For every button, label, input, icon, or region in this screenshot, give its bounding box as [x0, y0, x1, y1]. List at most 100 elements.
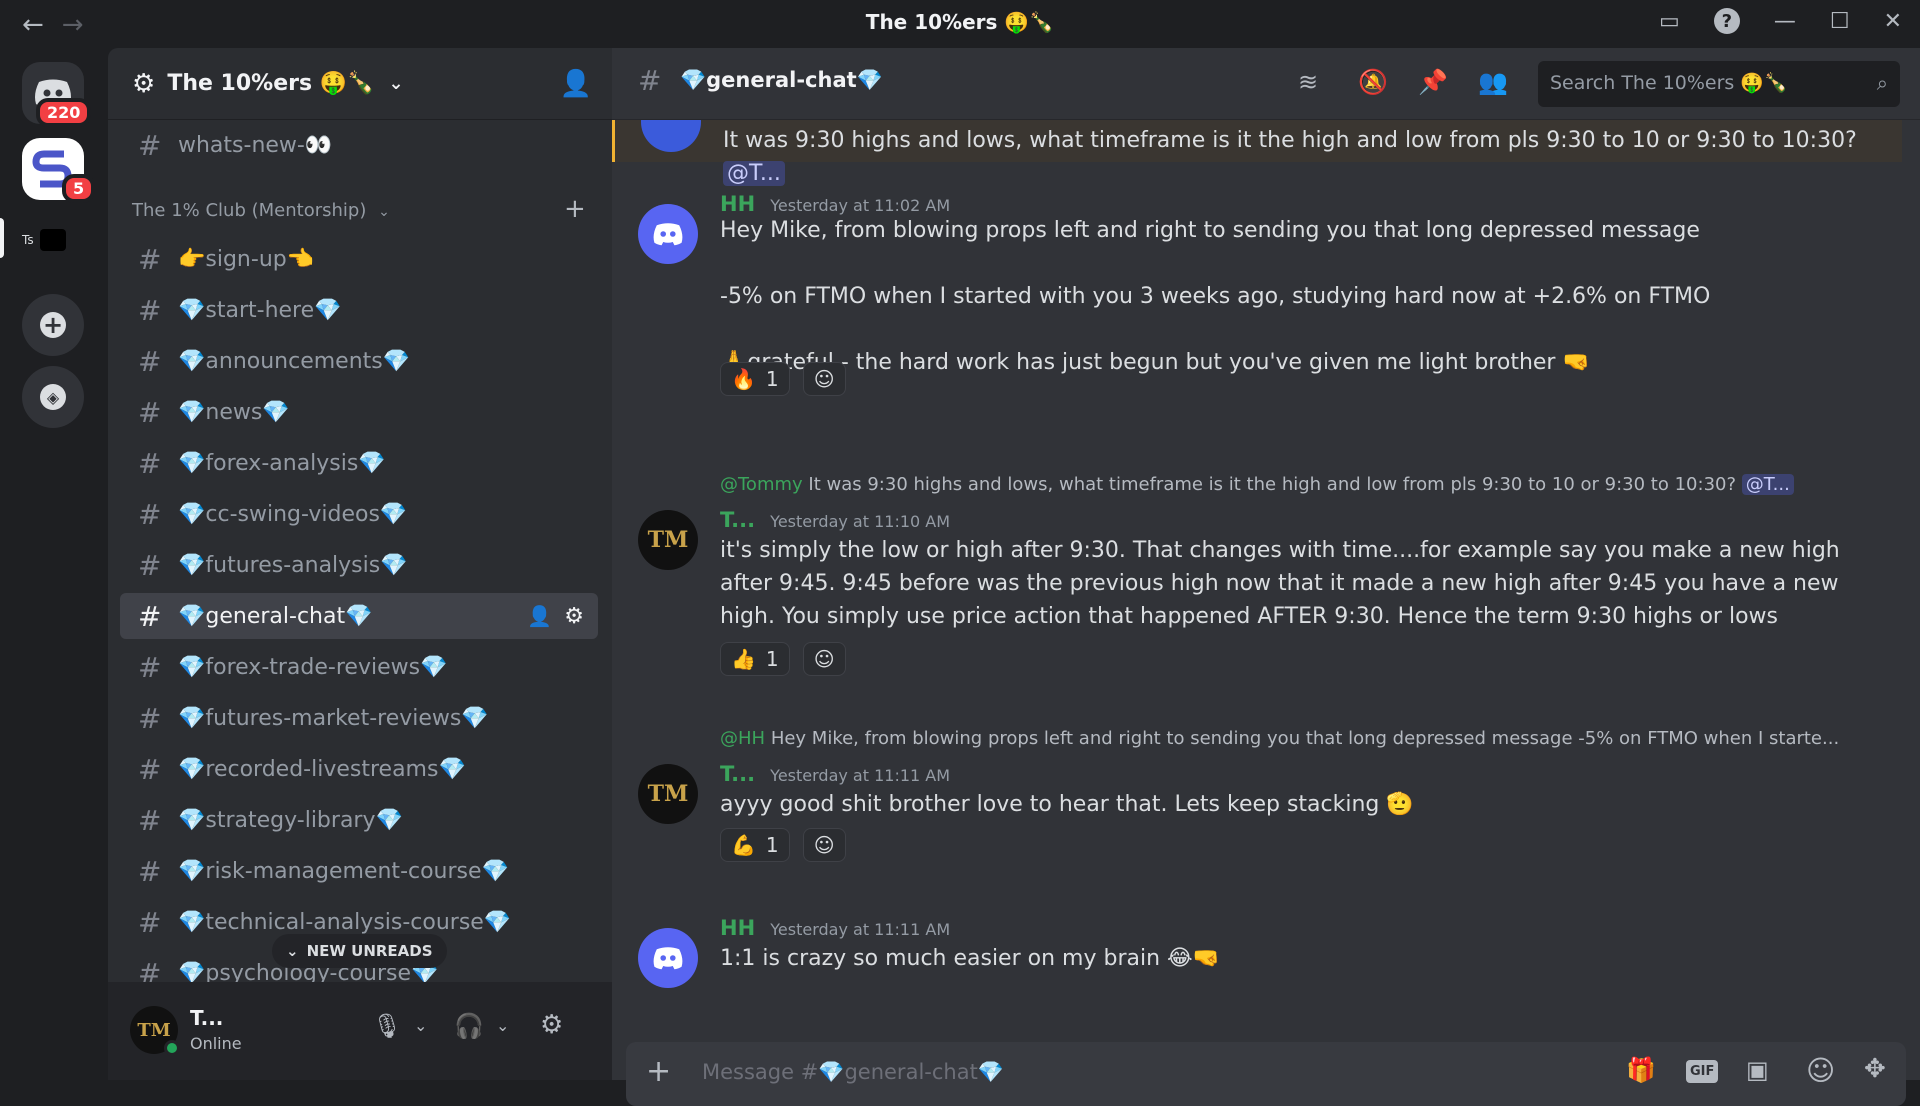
- reply-reference[interactable]: @Tommy It was 9:30 highs and lows, what …: [720, 474, 1794, 495]
- message-author[interactable]: HH: [720, 916, 755, 940]
- message-text: 1:1 is crazy so much easier on my brain …: [720, 946, 1221, 971]
- server-settings-icon: ⚙: [132, 68, 156, 99]
- channel-news[interactable]: # 💎news💎: [120, 389, 598, 435]
- plus-icon: +: [40, 311, 66, 339]
- reply-snippet: It was 9:30 highs and lows, what timefra…: [808, 474, 1737, 495]
- hash-icon: #: [638, 64, 662, 97]
- reaction-count: 1: [765, 367, 779, 391]
- channel-start-here[interactable]: # 💎start-here💎: [120, 287, 598, 333]
- hash-icon: #: [138, 650, 162, 684]
- channel-forex-analysis[interactable]: # 💎forex-analysis💎: [120, 440, 598, 486]
- channel-whats-new[interactable]: # whats-new-👀: [120, 122, 598, 168]
- avatar[interactable]: [641, 120, 701, 152]
- reaction-emoji: 👍: [731, 647, 756, 671]
- avatar[interactable]: [638, 204, 698, 264]
- channel-label: 💎announcements💎: [178, 348, 411, 374]
- hash-icon: #: [138, 803, 162, 837]
- channel-futures-market-reviews[interactable]: # 💎futures-market-reviews💎: [120, 695, 598, 741]
- add-reaction-button[interactable]: ☺: [802, 828, 846, 862]
- pin-icon[interactable]: 📌: [1418, 68, 1448, 96]
- user-settings-gear-icon[interactable]: ⚙: [540, 1010, 563, 1040]
- discover-button[interactable]: ◈: [22, 366, 84, 428]
- message-text: it's simply the low or high after 9:30. …: [720, 538, 1840, 629]
- server-folder[interactable]: Ts: [22, 220, 84, 260]
- help-icon[interactable]: ?: [1713, 8, 1740, 34]
- channel-announcements[interactable]: # 💎announcements💎: [120, 338, 598, 384]
- user-name: T...: [190, 1006, 224, 1030]
- channel-general-chat[interactable]: # 💎general-chat💎 👤 ⚙: [120, 593, 598, 639]
- new-unreads-label: NEW UNREADS: [306, 942, 433, 960]
- channel-label: 💎start-here💎: [178, 297, 342, 323]
- smiley-icon: ☺: [813, 833, 835, 857]
- reaction-count: 1: [765, 647, 779, 671]
- avatar[interactable]: TM: [638, 510, 698, 570]
- add-channel-icon[interactable]: +: [564, 194, 586, 224]
- reaction-button[interactable]: 🔥 1: [720, 362, 790, 396]
- mention-chip[interactable]: @T...: [723, 161, 785, 186]
- reaction-button[interactable]: 💪 1: [720, 828, 790, 862]
- avatar[interactable]: TM: [130, 1006, 180, 1056]
- new-unreads-button[interactable]: ⌄ NEW UNREADS: [272, 934, 447, 968]
- message-composer[interactable]: + Message #💎general-chat💎 🎁 GIF ▣ ☺ ✥: [626, 1042, 1906, 1106]
- channel-forex-trade-reviews[interactable]: # 💎forex-trade-reviews💎: [120, 644, 598, 690]
- home-badge: 220: [36, 98, 92, 127]
- channel-cc-swing-videos[interactable]: # 💎cc-swing-videos💎: [120, 491, 598, 537]
- message-reply-1: @Tommy It was 9:30 highs and lows, what …: [612, 474, 1912, 676]
- gear-icon[interactable]: ⚙: [564, 604, 584, 629]
- add-reaction-button[interactable]: ☺: [802, 362, 846, 396]
- headphones-icon[interactable]: 🎧: [454, 1012, 484, 1040]
- hash-icon: #: [138, 497, 162, 531]
- channel-sign-up[interactable]: # 👉sign-up👈: [120, 236, 598, 282]
- channel-header: # 💎general-chat💎 ≋ 🔕 📌 👥 Search The 10%e…: [612, 48, 1920, 120]
- avatar[interactable]: TM: [638, 764, 698, 824]
- threads-icon[interactable]: ≋: [1298, 68, 1318, 96]
- add-reaction-button[interactable]: ☺: [802, 642, 846, 676]
- channel-risk-management-course[interactable]: # 💎risk-management-course💎: [120, 848, 598, 894]
- reply-username: @Tommy: [720, 474, 803, 495]
- avatar[interactable]: [638, 928, 698, 988]
- discord-icon: [653, 223, 683, 246]
- search-placeholder: Search The 10%ers 🤑🍾: [1550, 72, 1788, 94]
- member-list-icon[interactable]: 👥: [1478, 68, 1508, 96]
- hash-icon: #: [138, 293, 162, 327]
- message-author[interactable]: HH: [720, 192, 755, 216]
- create-invite-icon[interactable]: 👤: [527, 604, 552, 628]
- channel-recorded-livestreams[interactable]: # 💎recorded-livestreams💎: [120, 746, 598, 792]
- server-list: 220 5 Ts + ◈: [0, 48, 108, 1080]
- emoji-icon[interactable]: ☺: [1806, 1054, 1835, 1087]
- hash-icon: #: [138, 905, 162, 939]
- channel-futures-analysis[interactable]: # 💎futures-analysis💎: [120, 542, 598, 588]
- add-server-button[interactable]: +: [22, 294, 84, 356]
- reply-snippet: Hey Mike, from blowing props left and ri…: [770, 728, 1840, 749]
- maximize-icon[interactable]: ☐: [1830, 9, 1850, 34]
- reply-reference[interactable]: @HH Hey Mike, from blowing props left an…: [720, 728, 1839, 749]
- close-icon[interactable]: ✕: [1884, 9, 1902, 34]
- channel-strategy-library[interactable]: # 💎strategy-library💎: [120, 797, 598, 843]
- server-header[interactable]: ⚙ The 10%ers 🤑🍾 ⌄ 👤: [108, 48, 612, 120]
- mute-bell-icon[interactable]: 🔕: [1358, 68, 1388, 96]
- inbox-icon[interactable]: ▭: [1659, 9, 1680, 34]
- category-label: The 1% Club (Mentorship): [132, 200, 367, 221]
- home-button[interactable]: 220: [22, 62, 92, 127]
- highlighted-message: It was 9:30 highs and lows, what timefra…: [612, 120, 1902, 186]
- category-header[interactable]: The 1% Club (Mentorship) ⌄: [132, 200, 390, 221]
- attach-plus-icon[interactable]: +: [646, 1054, 671, 1089]
- microphone-icon[interactable]: 🎙: [372, 1012, 402, 1040]
- minimize-icon[interactable]: —: [1774, 9, 1796, 34]
- message-author[interactable]: T...: [720, 508, 755, 532]
- audio-options-chevron-icon[interactable]: ⌄: [496, 1016, 509, 1035]
- message-text: ayyy good shit brother love to hear that…: [720, 792, 1414, 817]
- invite-icon[interactable]: 👤: [560, 69, 592, 99]
- server-name: The 10%ers 🤑🍾: [167, 71, 375, 96]
- channel-label: 💎news💎: [178, 399, 290, 425]
- search-input[interactable]: Search The 10%ers 🤑🍾 ⌕: [1538, 61, 1900, 107]
- hash-icon: #: [138, 752, 162, 786]
- channel-label: 💎strategy-library💎: [178, 807, 403, 833]
- message-timestamp: Yesterday at 11:02 AM: [770, 196, 951, 215]
- server-icon-active[interactable]: 5: [22, 138, 96, 203]
- reply-username: @HH: [720, 728, 766, 749]
- message-author[interactable]: T...: [720, 762, 755, 786]
- mic-options-chevron-icon[interactable]: ⌄: [414, 1016, 427, 1035]
- window-controls: ▭ ? — ☐ ✕: [1659, 8, 1902, 34]
- reaction-button[interactable]: 👍 1: [720, 642, 790, 676]
